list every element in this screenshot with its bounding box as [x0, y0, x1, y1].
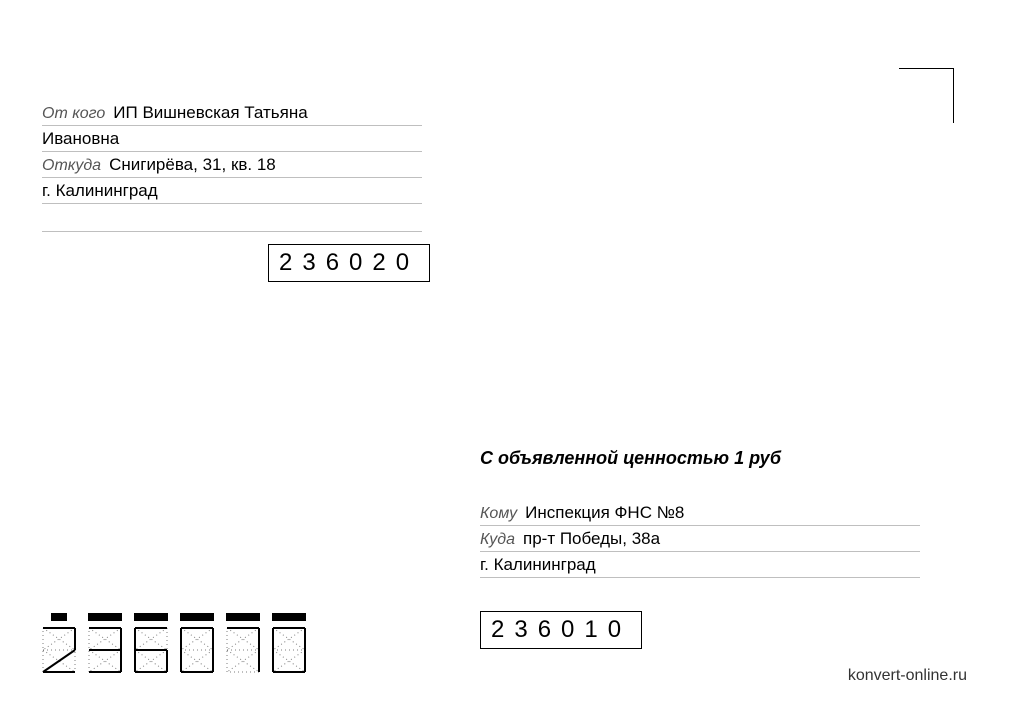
sender-addr2: г. Калининград [42, 181, 158, 201]
index-digit [180, 613, 214, 673]
index-digit [272, 613, 306, 673]
index-digit-box [180, 627, 214, 673]
sender-index: 236020 [279, 249, 419, 276]
index-digit-box [88, 627, 122, 673]
sender-name-line1: От кого ИП Вишневская Татьяна [42, 100, 422, 126]
stamp-corner [899, 68, 954, 123]
site-watermark: konvert-online.ru [848, 667, 967, 685]
label-to: Кому [480, 505, 517, 523]
recipient-block: Кому Инспекция ФНС №8 Куда пр-т Победы, … [480, 500, 920, 578]
sender-blank-line [42, 212, 422, 232]
index-digit [226, 613, 260, 673]
sender-block: От кого ИП Вишневская Татьяна Ивановна О… [42, 100, 422, 232]
sender-name1: ИП Вишневская Татьяна [113, 103, 307, 123]
index-bar [134, 613, 168, 621]
index-digit-box [272, 627, 306, 673]
recipient-name: Инспекция ФНС №8 [525, 503, 684, 523]
recipient-index-box: 236010 [480, 611, 642, 649]
label-from-addr: Откуда [42, 157, 101, 175]
label-from: От кого [42, 105, 105, 123]
declared-value: С объявленной ценностью 1 руб [480, 448, 781, 469]
recipient-index: 236010 [491, 616, 631, 643]
index-digit-box [226, 627, 260, 673]
sender-name2: Ивановна [42, 129, 119, 149]
index-digit [88, 613, 122, 673]
sender-addr1: Снигирёва, 31, кв. 18 [109, 155, 276, 175]
index-digit-box [42, 627, 76, 673]
index-bar [180, 613, 214, 621]
index-bar [88, 613, 122, 621]
recipient-addr2: г. Калининград [480, 555, 596, 575]
sender-addr-line2: г. Калининград [42, 178, 422, 204]
index-digit [42, 613, 76, 673]
label-to-addr: Куда [480, 531, 515, 549]
index-bar [226, 613, 260, 621]
index-bar [272, 613, 306, 621]
envelope: От кого ИП Вишневская Татьяна Ивановна О… [0, 0, 1017, 719]
index-bar [51, 613, 67, 621]
recipient-addr-line1: Куда пр-т Победы, 38а [480, 526, 920, 552]
sender-addr-line1: Откуда Снигирёва, 31, кв. 18 [42, 152, 422, 178]
recipient-name-line: Кому Инспекция ФНС №8 [480, 500, 920, 526]
sender-index-box: 236020 [268, 244, 430, 282]
index-digit [134, 613, 168, 673]
index-digit-box [134, 627, 168, 673]
recipient-addr-line2: г. Калининград [480, 552, 920, 578]
sender-name-line2: Ивановна [42, 126, 422, 152]
dotted-index [42, 613, 306, 673]
recipient-addr1: пр-т Победы, 38а [523, 529, 660, 549]
